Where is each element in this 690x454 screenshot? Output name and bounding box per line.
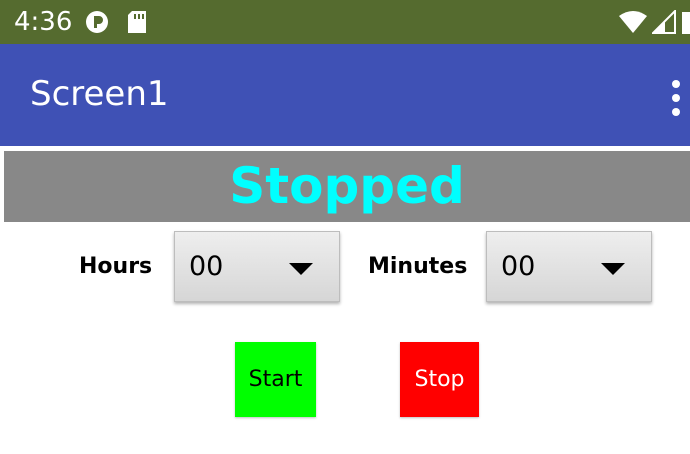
- pocket-casts-icon: [86, 11, 108, 33]
- start-button[interactable]: Start: [235, 342, 316, 417]
- wifi-icon: [619, 11, 647, 33]
- app-bar: Screen1: [0, 44, 690, 146]
- minutes-dropdown[interactable]: 00: [486, 231, 652, 302]
- dropdown-arrow-icon: [289, 263, 313, 275]
- hours-dropdown[interactable]: 00: [174, 231, 340, 302]
- stop-button[interactable]: Stop: [400, 342, 479, 417]
- status-bar: 4:36: [0, 0, 690, 44]
- battery-icon: [682, 12, 690, 34]
- dropdown-arrow-icon: [601, 263, 625, 275]
- minutes-label: Minutes: [368, 254, 468, 279]
- timer-status-banner: Stopped: [4, 151, 690, 222]
- hours-label: Hours: [79, 254, 153, 279]
- sd-card-icon: [128, 11, 146, 33]
- minutes-value: 00: [501, 251, 536, 282]
- timer-status-text: Stopped: [229, 157, 465, 215]
- status-time: 4:36: [14, 7, 73, 37]
- overflow-menu-icon[interactable]: [666, 78, 686, 118]
- app-title: Screen1: [30, 74, 169, 114]
- hours-value: 00: [189, 251, 224, 282]
- cell-signal-icon: [652, 10, 676, 34]
